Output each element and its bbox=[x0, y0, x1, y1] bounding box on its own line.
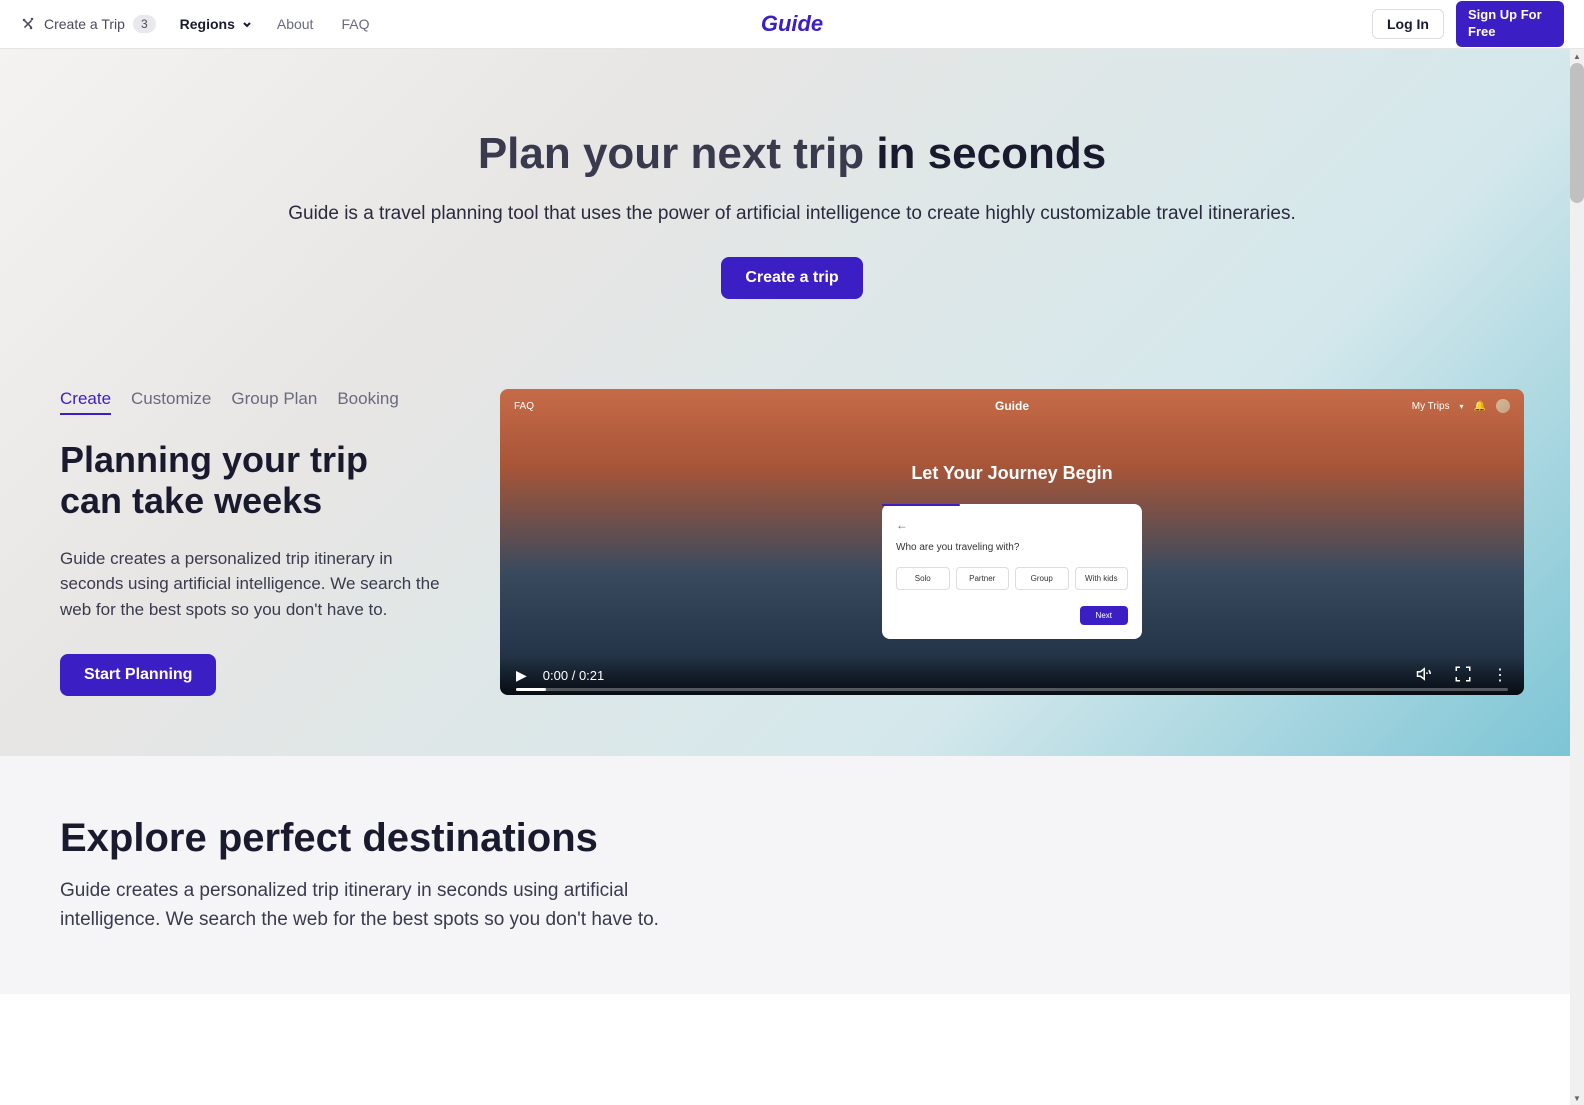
volume-icon[interactable] bbox=[1416, 665, 1434, 683]
create-trip-button[interactable]: Create a trip bbox=[721, 257, 862, 299]
login-button[interactable]: Log In bbox=[1372, 9, 1444, 39]
next-button: Next bbox=[1080, 606, 1128, 625]
features-section: Create Customize Group Plan Booking Plan… bbox=[60, 389, 1524, 696]
explore-subtitle: Guide creates a personalized trip itiner… bbox=[60, 877, 660, 934]
hero-section: Plan your next trip in seconds Guide is … bbox=[0, 49, 1584, 756]
avatar bbox=[1496, 399, 1510, 413]
start-planning-button[interactable]: Start Planning bbox=[60, 654, 216, 696]
tab-customize[interactable]: Customize bbox=[131, 389, 211, 415]
tab-create[interactable]: Create bbox=[60, 389, 111, 415]
chevron-down-icon bbox=[241, 18, 253, 30]
faq-link[interactable]: FAQ bbox=[341, 16, 369, 32]
explore-section: Explore perfect destinations Guide creat… bbox=[0, 756, 1584, 994]
progress-bar bbox=[882, 504, 960, 506]
main-header: Create a Trip 3 Regions About FAQ Guide … bbox=[0, 0, 1584, 49]
scrollbar[interactable]: ▲ ▼ bbox=[1570, 49, 1584, 1105]
video-card: ← Who are you traveling with? Solo Partn… bbox=[882, 504, 1142, 639]
feature-description: Guide creates a personalized trip itiner… bbox=[60, 546, 440, 623]
logo[interactable]: Guide bbox=[761, 11, 823, 37]
video-main-title: Let Your Journey Begin bbox=[500, 463, 1524, 484]
create-trip-label: Create a Trip bbox=[44, 16, 125, 32]
bell-icon: 🔔 bbox=[1474, 401, 1486, 412]
option-kids: With kids bbox=[1075, 567, 1129, 590]
about-link[interactable]: About bbox=[277, 16, 314, 32]
video-seek-bar[interactable] bbox=[516, 688, 1508, 691]
scroll-down-icon[interactable]: ▼ bbox=[1570, 1091, 1584, 1105]
sparkle-icon bbox=[20, 16, 36, 32]
tab-group-plan[interactable]: Group Plan bbox=[231, 389, 317, 415]
video-my-trips: My Trips bbox=[1412, 401, 1450, 412]
scrollbar-thumb[interactable] bbox=[1570, 63, 1584, 203]
hero-title-bold: in seconds bbox=[876, 129, 1106, 178]
video-header-right: My Trips ▾ 🔔 bbox=[1412, 399, 1510, 413]
hero-title-prefix: Plan your next trip bbox=[478, 129, 877, 178]
regions-label: Regions bbox=[180, 16, 235, 32]
option-partner: Partner bbox=[956, 567, 1010, 590]
video-options: Solo Partner Group With kids bbox=[896, 567, 1128, 590]
feature-tabs: Create Customize Group Plan Booking bbox=[60, 389, 440, 415]
video-nav-faq: FAQ bbox=[514, 401, 534, 412]
signup-button[interactable]: Sign Up For Free bbox=[1456, 1, 1564, 47]
chevron-down-icon: ▾ bbox=[1460, 402, 1464, 411]
option-group: Group bbox=[1015, 567, 1069, 590]
hero-title: Plan your next trip in seconds bbox=[60, 129, 1524, 179]
fullscreen-icon[interactable] bbox=[1454, 665, 1472, 683]
video-preview[interactable]: FAQ Guide My Trips ▾ 🔔 Let Your Journey … bbox=[500, 389, 1524, 695]
features-left: Create Customize Group Plan Booking Plan… bbox=[60, 389, 440, 696]
feature-title: Planning your trip can take weeks bbox=[60, 439, 440, 522]
video-time: 0:00 / 0:21 bbox=[543, 668, 604, 683]
create-trip-badge: 3 bbox=[133, 15, 156, 33]
regions-dropdown[interactable]: Regions bbox=[180, 16, 253, 32]
scroll-up-icon[interactable]: ▲ bbox=[1570, 49, 1584, 63]
explore-title: Explore perfect destinations bbox=[60, 816, 1524, 861]
video-question: Who are you traveling with? bbox=[896, 542, 1128, 553]
tab-booking[interactable]: Booking bbox=[337, 389, 398, 415]
create-trip-nav[interactable]: Create a Trip 3 bbox=[20, 15, 156, 33]
more-icon[interactable]: ⋮ bbox=[1492, 665, 1508, 685]
header-right: Log In Sign Up For Free bbox=[1372, 1, 1564, 47]
play-icon[interactable]: ▶ bbox=[516, 667, 527, 684]
video-seek-fill bbox=[516, 688, 546, 691]
video-header: FAQ Guide My Trips ▾ 🔔 bbox=[500, 389, 1524, 423]
hero-subtitle: Guide is a travel planning tool that use… bbox=[60, 203, 1524, 225]
video-controls-right: ⋮ bbox=[1416, 665, 1508, 685]
video-logo: Guide bbox=[995, 399, 1029, 413]
option-solo: Solo bbox=[896, 567, 950, 590]
back-arrow-icon: ← bbox=[896, 518, 1128, 532]
